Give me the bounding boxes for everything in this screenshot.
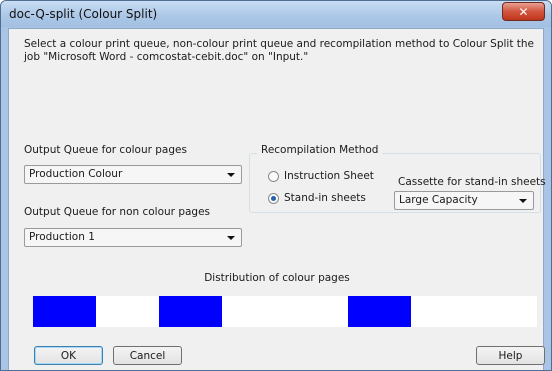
colour-page-distribution [33, 296, 537, 327]
noncolour-page-cell [474, 296, 537, 327]
cassette-value: Large Capacity [399, 194, 478, 206]
ok-button-label: OK [60, 349, 77, 362]
close-button[interactable]: ✕ [502, 2, 545, 21]
help-button-label: Help [498, 349, 523, 362]
chevron-down-icon [519, 199, 527, 203]
radio-stand-in-sheets-label: Stand-in sheets [284, 192, 366, 204]
instruction-message: Select a colour print queue, non-colour … [24, 38, 535, 63]
colour-page-cell [159, 296, 222, 327]
dialog-window: doc-Q-split (Colour Split) ✕ Select a co… [0, 0, 552, 371]
radio-stand-in-sheets[interactable]: Stand-in sheets [268, 192, 366, 204]
noncolour-page-cell [222, 296, 285, 327]
noncolour-queue-label: Output Queue for non colour pages [24, 206, 211, 218]
window-title: doc-Q-split (Colour Split) [9, 7, 158, 21]
close-icon: ✕ [518, 4, 529, 19]
cassette-select[interactable]: Large Capacity [394, 191, 534, 210]
noncolour-page-cell [411, 296, 474, 327]
colour-queue-value: Production Colour [29, 168, 123, 180]
colour-page-cell [348, 296, 411, 327]
cancel-button[interactable]: Cancel [113, 346, 182, 365]
recompilation-title: Recompilation Method [257, 144, 383, 156]
colour-queue-label: Output Queue for colour pages [24, 144, 187, 156]
chevron-down-icon [227, 173, 235, 177]
noncolour-page-cell [96, 296, 159, 327]
radio-circle [268, 170, 279, 182]
dialog-body: Select a colour print queue, non-colour … [8, 28, 546, 370]
radio-instruction-sheet[interactable]: Instruction Sheet [268, 170, 374, 182]
radio-instruction-sheet-label: Instruction Sheet [284, 170, 374, 182]
title-bar[interactable]: doc-Q-split (Colour Split) ✕ [1, 1, 551, 27]
noncolour-page-cell [285, 296, 348, 327]
cassette-label: Cassette for stand-in sheets [398, 176, 546, 188]
cancel-button-label: Cancel [129, 349, 166, 362]
radio-circle-selected [268, 192, 279, 204]
noncolour-queue-select[interactable]: Production 1 [24, 228, 242, 247]
colour-queue-select[interactable]: Production Colour [24, 165, 242, 184]
colour-page-cell [33, 296, 96, 327]
chevron-down-icon [227, 236, 235, 240]
distribution-label: Distribution of colour pages [204, 272, 350, 284]
ok-button[interactable]: OK [34, 346, 103, 365]
noncolour-queue-value: Production 1 [29, 231, 95, 243]
help-button[interactable]: Help [476, 346, 545, 365]
